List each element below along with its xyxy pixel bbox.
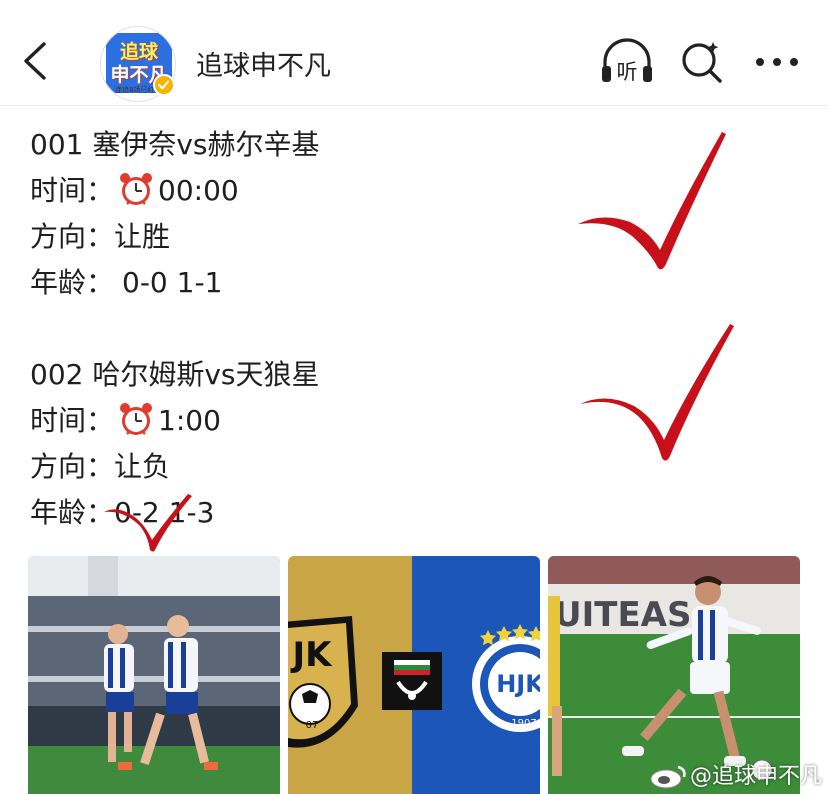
match-time: 1:00: [158, 404, 221, 437]
weibo-watermark: @追球申不凡: [648, 758, 822, 790]
match-time: 00:00: [158, 174, 239, 207]
direction-label: 方向：: [30, 220, 115, 253]
left-badge-year: 07: [306, 720, 319, 731]
match-number: 002: [30, 358, 84, 391]
match-badges-graphic: JK 07 HJK 1907: [288, 556, 540, 794]
time-label: 时间：: [30, 404, 115, 437]
match-age-row: 年龄： 0-0 1-1: [30, 260, 590, 306]
celebration-photo: [28, 556, 280, 794]
search-icon[interactable]: [678, 38, 726, 86]
red-checkmark-icon: [104, 494, 192, 552]
match-direction-row: 方向：让负: [30, 444, 590, 490]
direction-label: 方向：: [30, 450, 115, 483]
match-block: 001 塞伊奈vs赫尔辛基 时间： 00:00 方向：让胜 年龄： 0-0 1-1: [30, 122, 590, 306]
age-label: 年龄：: [30, 266, 115, 299]
match-direction: 让负: [114, 450, 171, 483]
verified-badge-icon: [153, 74, 175, 96]
match-teams: 哈尔姆斯vs天狼星: [92, 358, 320, 391]
listen-label: 听: [617, 60, 638, 84]
match-time-row: 时间： 1:00: [30, 398, 590, 444]
match-title: 001 塞伊奈vs赫尔辛基: [30, 122, 590, 168]
back-arrow-icon[interactable]: [14, 36, 58, 86]
alarm-clock-icon: [120, 173, 153, 205]
right-badge-year: 1907: [511, 718, 536, 729]
match-age: 0-0 1-1: [122, 266, 223, 299]
match-title: 002 哈尔姆斯vs天狼星: [30, 352, 590, 398]
match-time-row: 时间： 00:00: [30, 168, 590, 214]
post-image-1[interactable]: [28, 556, 280, 794]
right-badge-letters: HJK: [496, 670, 540, 698]
weibo-logo-icon: [650, 765, 686, 789]
left-badge-letters: JK: [291, 635, 334, 675]
account-name[interactable]: 追球申不凡: [196, 44, 331, 83]
match-teams: 塞伊奈vs赫尔辛基: [92, 128, 320, 161]
top-bar: 追球 申不凡 连追8场已红 追球申不凡 听: [0, 0, 828, 106]
listen-button[interactable]: 听: [598, 38, 656, 86]
avatar-caption: 连追8场已红: [115, 86, 155, 94]
headphones-icon: 听: [602, 38, 652, 84]
post-image-2[interactable]: JK 07 HJK 1907: [288, 556, 540, 794]
watermark-text: @追球申不凡: [690, 764, 823, 789]
match-number: 001: [30, 128, 84, 161]
match-direction-row: 方向：让胜: [30, 214, 590, 260]
more-options-icon[interactable]: [752, 50, 802, 74]
match-direction: 让胜: [114, 220, 171, 253]
red-checkmark-icon: [578, 132, 726, 270]
time-label: 时间：: [30, 174, 115, 207]
alarm-clock-icon: [120, 403, 153, 435]
red-checkmark-icon: [580, 324, 734, 461]
